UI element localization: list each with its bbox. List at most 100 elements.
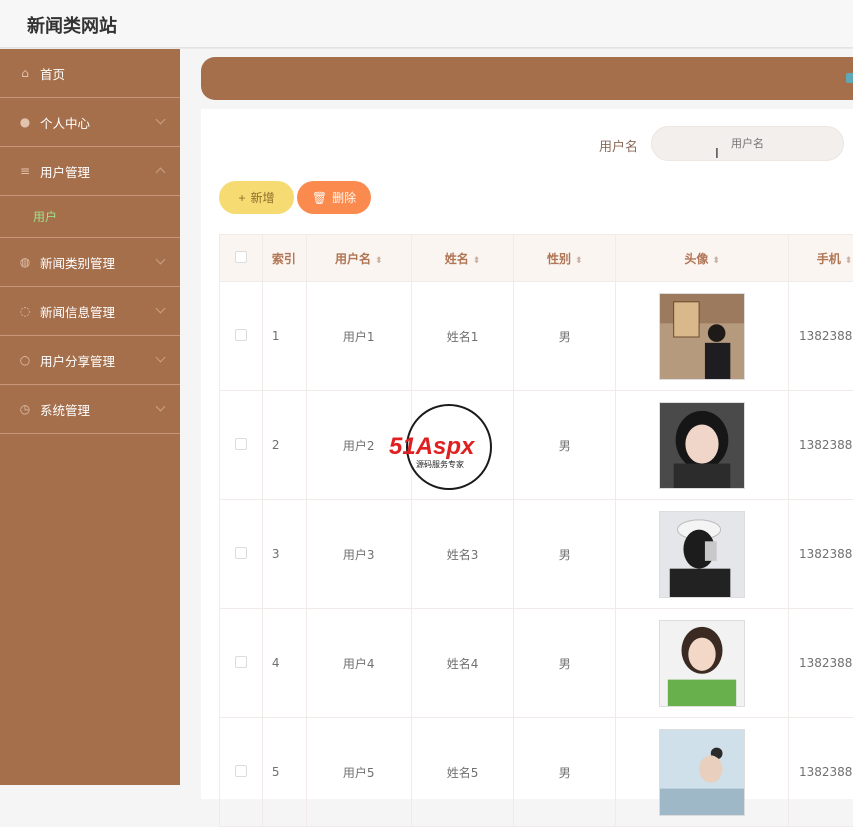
cell-avatar (616, 718, 789, 827)
sort-icon: ⬍ (575, 256, 583, 266)
avatar[interactable] (659, 729, 745, 816)
top-header: 新闻类网站 (0, 0, 853, 48)
chevron-down-icon (156, 304, 166, 314)
person-icon: ● (18, 115, 32, 129)
table-row: 5 用户5 姓名5 男 1382388 (220, 718, 853, 827)
cell-username: 用户3 (306, 500, 411, 609)
cell-avatar (616, 609, 789, 718)
sidebar-item-label: 新闻信息管理 (40, 302, 115, 321)
column-header-username[interactable]: 用户名⬍ (306, 235, 411, 282)
power-icon: ◌ (18, 304, 32, 318)
table-row: 1 用户1 姓名1 男 1382388 (220, 282, 853, 391)
cell-avatar (616, 282, 789, 391)
cell-index: 3 (262, 500, 306, 609)
table-row: 4 用户4 姓名4 男 1382388 (220, 609, 853, 718)
cell-gender: 男 (514, 609, 616, 718)
cell-avatar (616, 500, 789, 609)
avatar[interactable] (659, 293, 745, 380)
column-header-index: 索引 (262, 235, 306, 282)
sidebar-item-label: 用户分享管理 (40, 351, 115, 370)
cell-index: 2 (262, 391, 306, 500)
row-checkbox[interactable] (220, 500, 263, 609)
table-row: 3 用户3 姓名3 男 1382388 (220, 500, 853, 609)
sidebar-subitem-users[interactable]: 用户 (0, 196, 180, 238)
search-input[interactable] (651, 126, 844, 161)
sidebar-item-label: 首页 (40, 64, 65, 83)
cell-name: 姓名5 (411, 718, 514, 827)
text-cursor-icon: I (715, 147, 719, 162)
add-button-label: 新增 (251, 189, 275, 206)
chevron-down-icon (156, 115, 166, 125)
sidebar-item-news-category[interactable]: ◍ 新闻类别管理 (0, 238, 180, 287)
sidebar-item-label: 系统管理 (40, 400, 90, 419)
sidebar-item-label: 新闻类别管理 (40, 253, 115, 272)
cell-gender: 男 (514, 500, 616, 609)
cell-name: 姓名1 (411, 282, 514, 391)
header-label: 用户名 (335, 252, 371, 266)
cell-name: 姓名2 (411, 391, 514, 500)
sidebar-item-personal-center[interactable]: ● 个人中心 (0, 98, 180, 147)
avatar[interactable] (659, 402, 745, 489)
select-all-checkbox[interactable] (220, 235, 263, 282)
column-header-gender[interactable]: 性别 ⬍ (514, 235, 616, 282)
trash-icon: 🗑 (312, 191, 327, 205)
sidebar-item-news-info[interactable]: ◌ 新闻信息管理 (0, 287, 180, 336)
row-checkbox[interactable] (220, 282, 263, 391)
sort-icon: ⬍ (712, 256, 720, 266)
chevron-down-icon (156, 255, 166, 265)
column-header-avatar[interactable]: 头像⬍ (616, 235, 789, 282)
breadcrumb (201, 57, 853, 100)
header-label: 性别 (547, 252, 571, 266)
column-header-phone[interactable]: 手机 ⬍ (789, 235, 853, 282)
content-panel: 用户名 I + 新增 🗑 删除 索引 用户名⬍ 姓名⬍ 性别⬍ (201, 109, 853, 799)
add-button[interactable]: + 新增 (219, 181, 294, 214)
avatar[interactable] (659, 511, 745, 598)
cell-gender: 男 (514, 718, 616, 827)
sidebar-item-system[interactable]: ◷ 系统管理 (0, 385, 180, 434)
home-icon[interactable] (846, 73, 853, 83)
chevron-down-icon (156, 353, 166, 363)
cell-username: 用户4 (306, 609, 411, 718)
chevron-down-icon (156, 402, 166, 412)
table-header-row: 索引 用户名⬍ 姓名⬍ 性别⬍ 头像⬍ 手机⬍ (220, 235, 853, 282)
cell-phone: 1382388 (789, 718, 853, 827)
cell-username: 用户1 (306, 282, 411, 391)
search-label: 用户名 (599, 136, 638, 155)
cell-username: 用户2 (306, 391, 411, 500)
sidebar-item-user-management[interactable]: ≡ 用户管理 (0, 147, 180, 196)
row-checkbox[interactable] (220, 718, 263, 827)
sort-icon: ⬍ (845, 256, 853, 266)
home-icon: ⌂ (18, 66, 32, 80)
row-checkbox[interactable] (220, 391, 263, 500)
user-table: 索引 用户名⬍ 姓名⬍ 性别⬍ 头像⬍ 手机⬍ 1 用户1 姓名1 男 (219, 234, 853, 827)
circle-icon: ○ (18, 353, 32, 367)
cell-phone: 1382388 (789, 282, 853, 391)
sort-icon: ⬍ (473, 256, 481, 266)
header-label: 手机 (817, 252, 841, 266)
avatar[interactable] (659, 620, 745, 707)
sidebar-item-label: 用户管理 (40, 162, 90, 181)
sidebar-item-user-share[interactable]: ○ 用户分享管理 (0, 336, 180, 385)
main-area: 用户名 I + 新增 🗑 删除 索引 用户名⬍ 姓名⬍ 性别⬍ (180, 49, 853, 785)
cell-phone: 1382388 (789, 609, 853, 718)
delete-button-label: 删除 (332, 189, 356, 206)
cell-gender: 男 (514, 282, 616, 391)
cell-name: 姓名3 (411, 500, 514, 609)
app-title: 新闻类网站 (27, 12, 117, 38)
cell-name: 姓名4 (411, 609, 514, 718)
cell-index: 1 (262, 282, 306, 391)
cell-avatar (616, 391, 789, 500)
row-checkbox[interactable] (220, 609, 263, 718)
cell-phone: 1382388 (789, 391, 853, 500)
plus-icon: + (238, 191, 245, 205)
table-row: 2 用户2 姓名2 男 1382388 (220, 391, 853, 500)
list-icon: ≡ (18, 164, 32, 178)
sidebar-subitem-label: 用户 (33, 208, 57, 225)
sidebar-item-home[interactable]: ⌂ 首页 (0, 49, 180, 98)
cell-index: 4 (262, 609, 306, 718)
cell-gender: 男 (514, 391, 616, 500)
cell-phone: 1382388 (789, 500, 853, 609)
delete-button[interactable]: 🗑 删除 (297, 181, 371, 214)
header-label: 姓名 (445, 252, 469, 266)
column-header-name[interactable]: 姓名 ⬍ (411, 235, 514, 282)
